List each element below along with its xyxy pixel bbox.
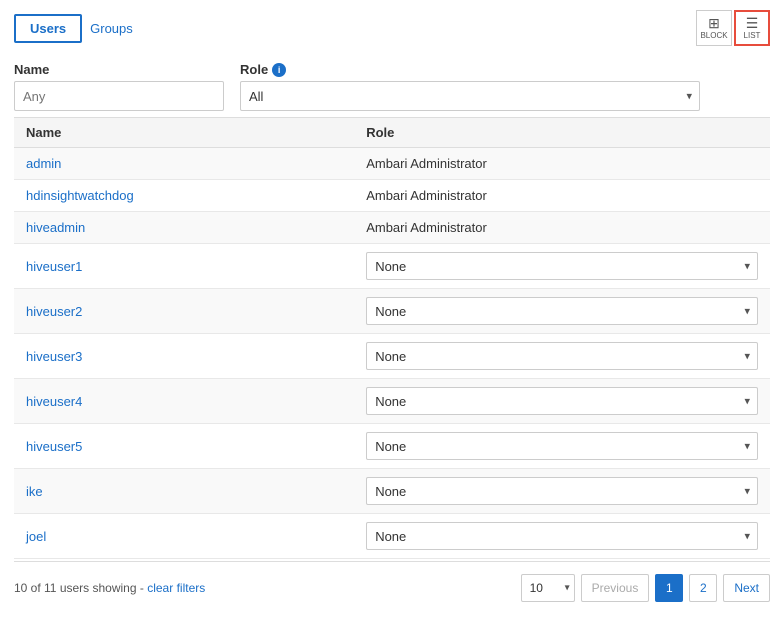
- role-dropdown-wrapper: NoneAmbari Administrator▾: [366, 387, 758, 415]
- user-role-cell: Ambari Administrator: [354, 180, 770, 212]
- groups-tab[interactable]: Groups: [90, 21, 133, 36]
- user-role-cell: NoneAmbari Administrator▾: [354, 514, 770, 559]
- list-label: LIST: [744, 31, 761, 40]
- role-dropdown[interactable]: NoneAmbari Administrator: [366, 432, 758, 460]
- user-link[interactable]: hiveuser5: [26, 439, 82, 454]
- user-name-cell: ike: [14, 469, 354, 514]
- role-dropdown[interactable]: NoneAmbari Administrator: [366, 522, 758, 550]
- user-name-cell: joel: [14, 514, 354, 559]
- role-text: Ambari Administrator: [366, 156, 487, 171]
- user-link[interactable]: hiveuser3: [26, 349, 82, 364]
- role-dropdown-wrapper: NoneAmbari Administrator▾: [366, 522, 758, 550]
- showing-text: 10 of 11 users showing: [14, 581, 137, 595]
- users-table: Name Role adminAmbari Administratorhdins…: [14, 117, 770, 559]
- role-select-wrapper: All Ambari Administrator None ▾: [240, 81, 700, 111]
- user-link[interactable]: hdinsightwatchdog: [26, 188, 134, 203]
- user-name-cell: hiveuser4: [14, 379, 354, 424]
- user-link[interactable]: admin: [26, 156, 61, 171]
- role-text: Ambari Administrator: [366, 220, 487, 235]
- user-name-cell: hiveuser1: [14, 244, 354, 289]
- role-dropdown-wrapper: NoneAmbari Administrator▾: [366, 477, 758, 505]
- user-name-cell: hiveuser3: [14, 334, 354, 379]
- user-role-cell: NoneAmbari Administrator▾: [354, 244, 770, 289]
- user-role-cell: Ambari Administrator: [354, 148, 770, 180]
- block-label: BLOCK: [700, 31, 727, 40]
- role-dropdown-wrapper: NoneAmbari Administrator▾: [366, 252, 758, 280]
- role-dropdown[interactable]: NoneAmbari Administrator: [366, 387, 758, 415]
- user-link[interactable]: hiveadmin: [26, 220, 85, 235]
- footer-row: 10 of 11 users showing - clear filters 1…: [14, 561, 770, 602]
- table-row: hiveuser3 NoneAmbari Administrator▾: [14, 334, 770, 379]
- role-dropdown-wrapper: NoneAmbari Administrator▾: [366, 297, 758, 325]
- user-role-cell: NoneAmbari Administrator▾: [354, 334, 770, 379]
- role-info-icon[interactable]: i: [272, 63, 286, 77]
- user-link[interactable]: hiveuser4: [26, 394, 82, 409]
- user-role-cell: Ambari Administrator: [354, 212, 770, 244]
- pagination-controls: 10 25 50 ▾ Previous 1 2 Next: [521, 574, 770, 602]
- role-dropdown[interactable]: NoneAmbari Administrator: [366, 252, 758, 280]
- user-name-cell: hiveadmin: [14, 212, 354, 244]
- next-button[interactable]: Next: [723, 574, 770, 602]
- user-name-cell: hiveuser2: [14, 289, 354, 334]
- nav-tabs: Users Groups: [14, 14, 133, 43]
- role-dropdown[interactable]: NoneAmbari Administrator: [366, 297, 758, 325]
- block-icon: ⊞: [708, 16, 720, 30]
- table-row: hiveuser5 NoneAmbari Administrator▾: [14, 424, 770, 469]
- role-filter-group: Role i All Ambari Administrator None ▾: [240, 62, 700, 111]
- table-row: hiveuser2 NoneAmbari Administrator▾: [14, 289, 770, 334]
- table-row: ike NoneAmbari Administrator▾: [14, 469, 770, 514]
- table-header-row: Name Role: [14, 118, 770, 148]
- table-row: admin Ambari Administrator: [14, 148, 770, 180]
- role-dropdown[interactable]: NoneAmbari Administrator: [366, 342, 758, 370]
- user-name-cell: admin: [14, 148, 354, 180]
- page-2-button[interactable]: 2: [689, 574, 717, 602]
- list-view-button[interactable]: ☰ LIST: [734, 10, 770, 46]
- table-row: hiveuser4 NoneAmbari Administrator▾: [14, 379, 770, 424]
- table-row: hiveuser1 NoneAmbari Administrator▾: [14, 244, 770, 289]
- previous-button[interactable]: Previous: [581, 574, 650, 602]
- role-filter-label: Role i: [240, 62, 700, 77]
- view-toggles: ⊞ BLOCK ☰ LIST: [696, 10, 770, 46]
- role-text: Ambari Administrator: [366, 188, 487, 203]
- name-filter-label: Name: [14, 62, 224, 77]
- user-link[interactable]: hiveuser2: [26, 304, 82, 319]
- role-select[interactable]: All Ambari Administrator None: [240, 81, 700, 111]
- user-link[interactable]: hiveuser1: [26, 259, 82, 274]
- block-view-button[interactable]: ⊞ BLOCK: [696, 10, 732, 46]
- filter-row: Name Role i All Ambari Administrator Non…: [14, 62, 770, 117]
- footer-info: 10 of 11 users showing - clear filters: [14, 581, 205, 595]
- users-tab[interactable]: Users: [14, 14, 82, 43]
- role-dropdown-wrapper: NoneAmbari Administrator▾: [366, 342, 758, 370]
- user-name-cell: hdinsightwatchdog: [14, 180, 354, 212]
- user-name-cell: hiveuser5: [14, 424, 354, 469]
- name-input[interactable]: [14, 81, 224, 111]
- clear-filters-link[interactable]: clear filters: [147, 581, 205, 595]
- role-dropdown-wrapper: NoneAmbari Administrator▾: [366, 432, 758, 460]
- table-row: hdinsightwatchdog Ambari Administrator: [14, 180, 770, 212]
- user-role-cell: NoneAmbari Administrator▾: [354, 289, 770, 334]
- user-role-cell: NoneAmbari Administrator▾: [354, 424, 770, 469]
- user-link[interactable]: joel: [26, 529, 46, 544]
- col-header-role: Role: [354, 118, 770, 148]
- role-dropdown[interactable]: NoneAmbari Administrator: [366, 477, 758, 505]
- user-role-cell: NoneAmbari Administrator▾: [354, 469, 770, 514]
- table-row: hiveadmin Ambari Administrator: [14, 212, 770, 244]
- per-page-select[interactable]: 10 25 50: [521, 574, 575, 602]
- col-header-name: Name: [14, 118, 354, 148]
- name-filter-group: Name: [14, 62, 224, 111]
- per-page-wrapper: 10 25 50 ▾: [521, 574, 575, 602]
- top-nav: Users Groups ⊞ BLOCK ☰ LIST: [14, 10, 770, 46]
- user-role-cell: NoneAmbari Administrator▾: [354, 379, 770, 424]
- table-row: joel NoneAmbari Administrator▾: [14, 514, 770, 559]
- page-1-button[interactable]: 1: [655, 574, 683, 602]
- user-link[interactable]: ike: [26, 484, 43, 499]
- list-icon: ☰: [746, 16, 759, 30]
